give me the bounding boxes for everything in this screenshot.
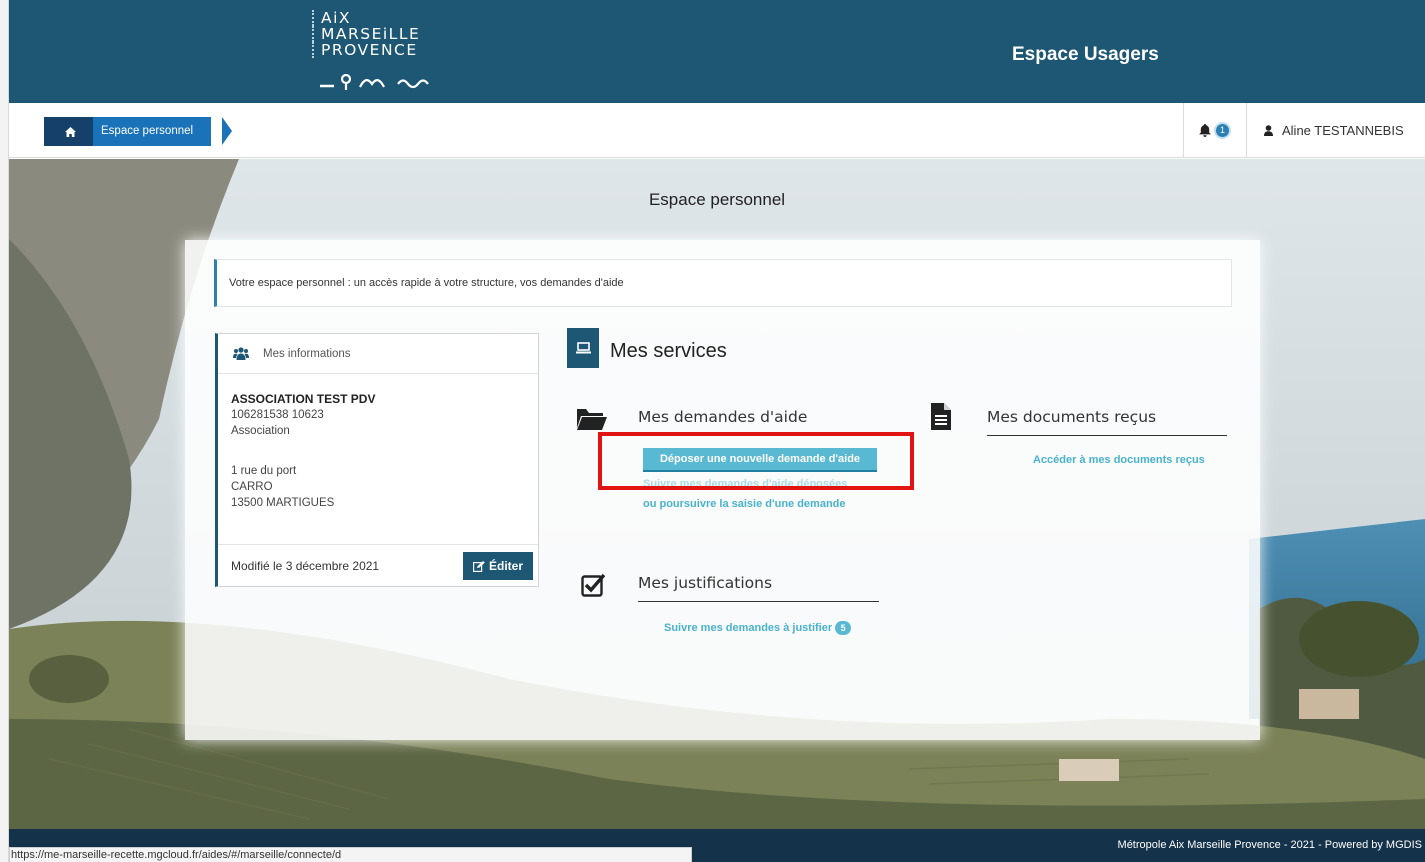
justifications-link-label: Suivre mes demandes à justifier (664, 621, 833, 634)
checkbox-checked-icon (581, 573, 605, 597)
services-section-icon (567, 328, 599, 368)
window-left-edge (0, 0, 9, 862)
top-header: AiX MARSEiLLE PROVENCE Espace Usagers (9, 0, 1425, 103)
justifications-count-badge: 5 (835, 621, 852, 635)
navbar-divider (1246, 103, 1247, 158)
org-type: Association (231, 425, 290, 437)
documents-title: Mes documents reçus (987, 408, 1227, 436)
intro-banner: Votre espace personnel : un accès rapide… (214, 259, 1232, 307)
edit-button[interactable]: Éditer (463, 552, 533, 580)
main-panel: Votre espace personnel : un accès rapide… (185, 240, 1260, 740)
document-icon (931, 403, 951, 430)
info-card-footer: Modifié le 3 décembre 2021 Éditer (218, 544, 538, 586)
page-title: Espace personnel (648, 190, 786, 209)
org-name: ASSOCIATION TEST PDV (231, 392, 376, 406)
header-title: Espace Usagers (1012, 44, 1159, 65)
highlight-annotation-box (598, 432, 914, 490)
user-menu[interactable]: Aline TESTANNEBIS (1264, 123, 1404, 138)
users-icon (233, 347, 249, 360)
justifications-link[interactable]: Suivre mes demandes à justifier 5 (664, 621, 852, 635)
info-card-title: Mes informations (263, 347, 351, 360)
home-icon (64, 126, 76, 137)
continue-request-link[interactable]: ou poursuivre la saisie d'une demande (643, 498, 846, 510)
navbar-divider (1183, 103, 1184, 158)
folder-open-icon (577, 409, 607, 430)
logo-line-3: PROVENCE (312, 42, 442, 58)
laptop-icon (575, 342, 591, 354)
services-title: Mes services (610, 340, 727, 362)
info-card: Mes informations ASSOCIATION TEST PDV 10… (215, 333, 539, 587)
info-card-header: Mes informations (218, 334, 538, 374)
notification-count-badge: 1 (1214, 122, 1231, 139)
address-line-2: CARRO (231, 481, 273, 493)
documents-link[interactable]: Accéder à mes documents reçus (1033, 454, 1205, 466)
user-name: Aline TESTANNEBIS (1282, 123, 1404, 138)
logo-line-1: AiX (312, 10, 442, 26)
status-bar-url: https://me-marseille-recette.mgcloud.fr/… (9, 847, 692, 862)
address-line-1: 1 rue du port (231, 465, 297, 477)
logo-line-2: MARSEiLLE (312, 26, 442, 42)
bell-icon (1199, 124, 1211, 137)
org-siret: 106281538 10623 (231, 409, 324, 421)
edit-button-label: Éditer (488, 559, 523, 573)
user-icon (1264, 125, 1273, 136)
breadcrumb-arrow (222, 117, 232, 145)
top-navbar: Espace personnel 1 Aline TESTANNEBIS (9, 103, 1425, 158)
breadcrumb-home-button[interactable] (44, 117, 96, 146)
hero-background: Espace personnel Votre espace personnel … (9, 159, 1425, 829)
logo-wave-icon (320, 73, 429, 90)
modified-date: Modifié le 3 décembre 2021 (231, 558, 380, 573)
site-logo[interactable]: AiX MARSEiLLE PROVENCE (312, 10, 442, 96)
notifications-button[interactable]: 1 (1199, 122, 1231, 139)
address-line-3: 13500 MARTIGUES (231, 497, 335, 509)
justifications-title: Mes justifications (638, 574, 879, 602)
breadcrumb-current[interactable]: Espace personnel (93, 117, 212, 146)
info-card-body: ASSOCIATION TEST PDV 106281538 10623 Ass… (218, 374, 538, 511)
footer-text: Métropole Aix Marseille Provence - 2021 … (1117, 839, 1422, 851)
edit-icon (472, 560, 485, 572)
